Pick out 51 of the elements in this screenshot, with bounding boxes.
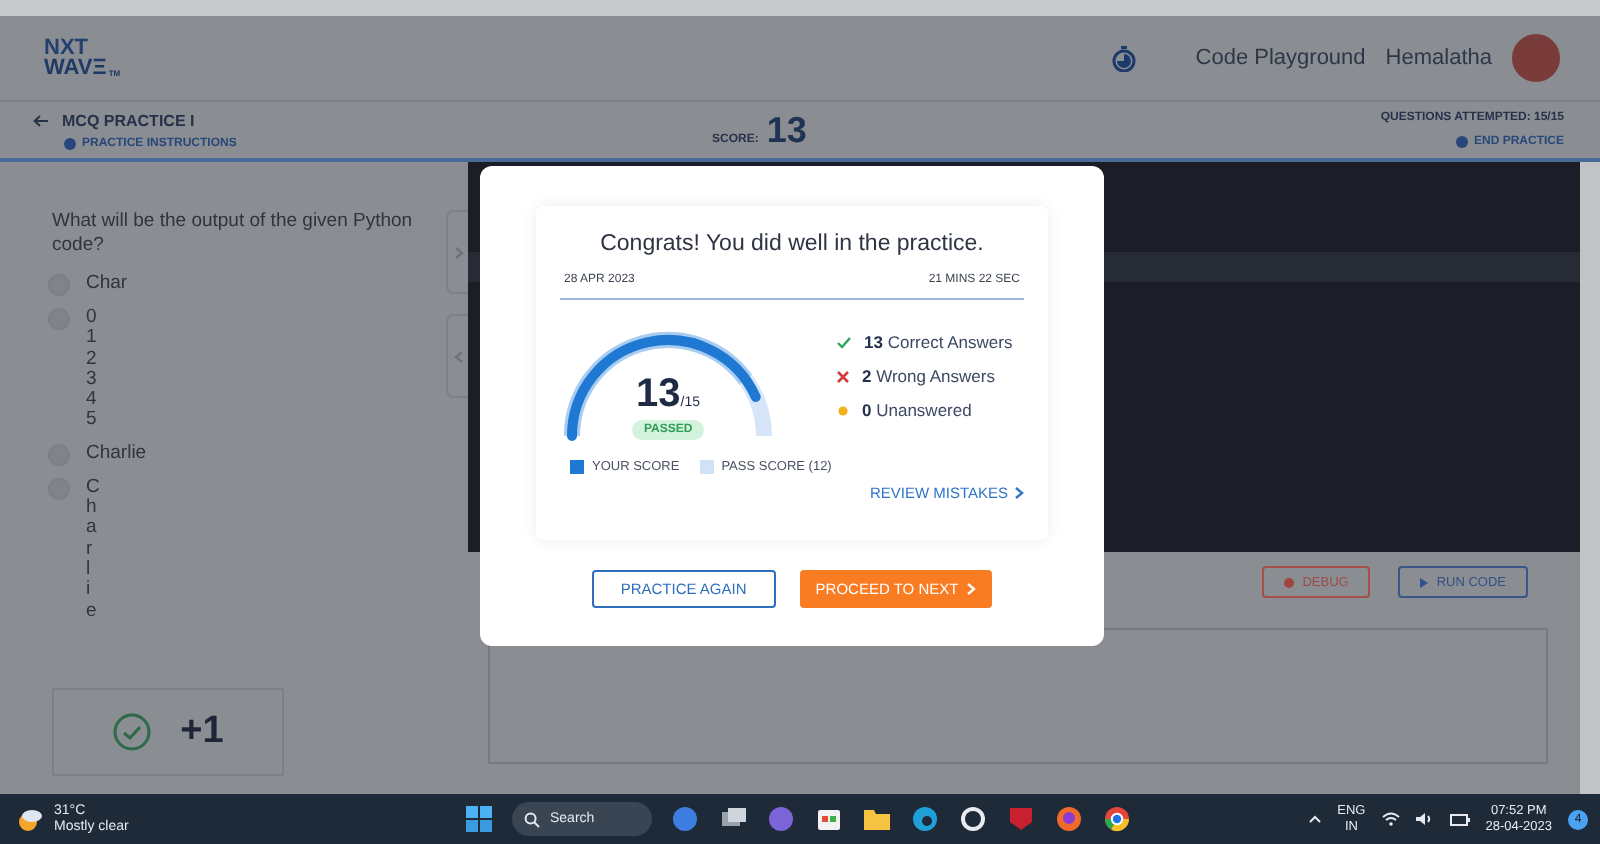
dialog-title: Congrats! You did well in the practice.: [598, 232, 986, 256]
browser-icon[interactable]: [910, 804, 940, 834]
nav-link[interactable]: Code Playground: [1195, 46, 1366, 70]
speaker-icon[interactable]: [1415, 812, 1434, 826]
score-value: 13: [766, 109, 807, 151]
store-icon[interactable]: [814, 804, 844, 834]
wifi-icon[interactable]: [1381, 812, 1400, 826]
cross-icon: [836, 369, 850, 383]
play-icon: [1420, 577, 1429, 587]
fox-browser-icon[interactable]: [1054, 804, 1084, 834]
info-icon: [64, 137, 76, 149]
chevron-right-icon: [1014, 486, 1024, 500]
weather-icon[interactable]: [16, 807, 44, 831]
back-arrow-icon[interactable]: [32, 113, 50, 127]
user-name[interactable]: Hemalatha: [1385, 46, 1492, 70]
logo-text: WAVΞ: [44, 58, 107, 78]
chevron-left-icon: [453, 349, 463, 363]
app-icon[interactable]: [670, 804, 700, 834]
stat-text: 2 Wrong Answers: [862, 366, 995, 386]
question-text: What will be the output of the given Python code?: [52, 210, 415, 258]
practice-title: MCQ PRACTICE I: [62, 111, 195, 129]
windows-start-icon[interactable]: [464, 804, 494, 834]
folder-icon[interactable]: [862, 804, 892, 834]
info-icon: [1455, 136, 1468, 148]
stat-text: 13 Correct Answers: [864, 332, 1013, 352]
option-text: Char: [86, 274, 128, 295]
legend-swatch: [699, 460, 714, 474]
shield-icon[interactable]: [1006, 804, 1036, 834]
dot-icon: [836, 403, 850, 417]
logo-text: NXT: [44, 38, 88, 58]
chevron-up-icon[interactable]: [1307, 814, 1322, 824]
option-text: Charlie: [86, 443, 147, 465]
bug-icon: [1284, 577, 1295, 587]
points-text: +1: [180, 710, 224, 754]
option-text: C h a r l i e: [86, 477, 100, 622]
option-text: 0 1 2 3 4 5: [86, 308, 97, 432]
score-value: 13: [636, 372, 681, 418]
circle-logo-icon[interactable]: [958, 804, 988, 834]
stat-text: 0 Unanswered: [862, 400, 972, 420]
chevron-right-icon: [966, 582, 977, 596]
battery-icon[interactable]: [1449, 813, 1470, 825]
avatar[interactable]: [1512, 34, 1560, 82]
check-icon: [836, 335, 852, 349]
search-icon: [524, 811, 540, 827]
legend-swatch: [570, 460, 584, 474]
stopwatch-icon[interactable]: [1111, 45, 1136, 71]
chrome-icon[interactable]: [1102, 804, 1132, 834]
chat-icon[interactable]: [766, 804, 796, 834]
check-circle-icon: [112, 712, 153, 752]
scrollbar[interactable]: [1580, 162, 1600, 796]
chevron-right-icon: [453, 245, 463, 259]
